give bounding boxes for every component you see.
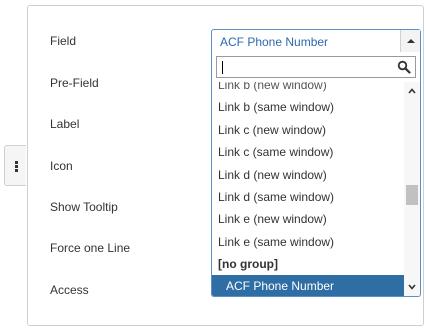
dropdown-search[interactable] (216, 56, 416, 78)
chevron-up-icon[interactable] (408, 87, 416, 95)
vertical-dots-icon (15, 161, 18, 172)
dropdown-toggle-button[interactable] (400, 30, 420, 52)
dropdown-option[interactable]: Link e (new window) (212, 208, 405, 230)
field-select[interactable]: ACF Phone Number (211, 29, 421, 53)
label-pre-field: Pre-Field (50, 76, 99, 90)
label-label: Label (50, 117, 80, 131)
label-access: Access (50, 283, 89, 297)
dropdown-option[interactable]: Link d (new window) (212, 164, 405, 186)
search-icon (397, 60, 411, 74)
dropdown-options-list: Link b (new window) Link b (same window)… (212, 82, 405, 296)
chevron-down-icon[interactable] (408, 283, 416, 291)
label-show-tooltip: Show Tooltip (50, 200, 118, 214)
dropdown-option[interactable]: Link b (same window) (212, 96, 405, 118)
field-dropdown: Link b (new window) Link b (same window)… (211, 52, 421, 297)
dropdown-option[interactable]: Link e (same window) (212, 231, 405, 253)
dropdown-group-header: [no group] (218, 257, 278, 271)
scrollbar-thumb[interactable] (406, 185, 418, 205)
label-force-one-line: Force one Line (50, 241, 131, 255)
dropdown-search-input[interactable] (221, 59, 391, 75)
dropdown-option-selected[interactable]: ACF Phone Number (212, 275, 405, 296)
caret-up-icon (407, 39, 415, 43)
side-toggle-tab[interactable] (4, 145, 26, 186)
label-field: Field (50, 34, 77, 48)
field-select-value: ACF Phone Number (220, 35, 329, 49)
dropdown-option[interactable]: Link c (new window) (212, 119, 405, 141)
dropdown-option[interactable]: Link d (same window) (212, 186, 405, 208)
dropdown-option[interactable]: Link b (new window) (212, 82, 405, 96)
dropdown-scrollbar[interactable] (404, 82, 420, 296)
label-icon: Icon (50, 159, 73, 173)
dropdown-option[interactable]: Link c (same window) (212, 141, 405, 163)
